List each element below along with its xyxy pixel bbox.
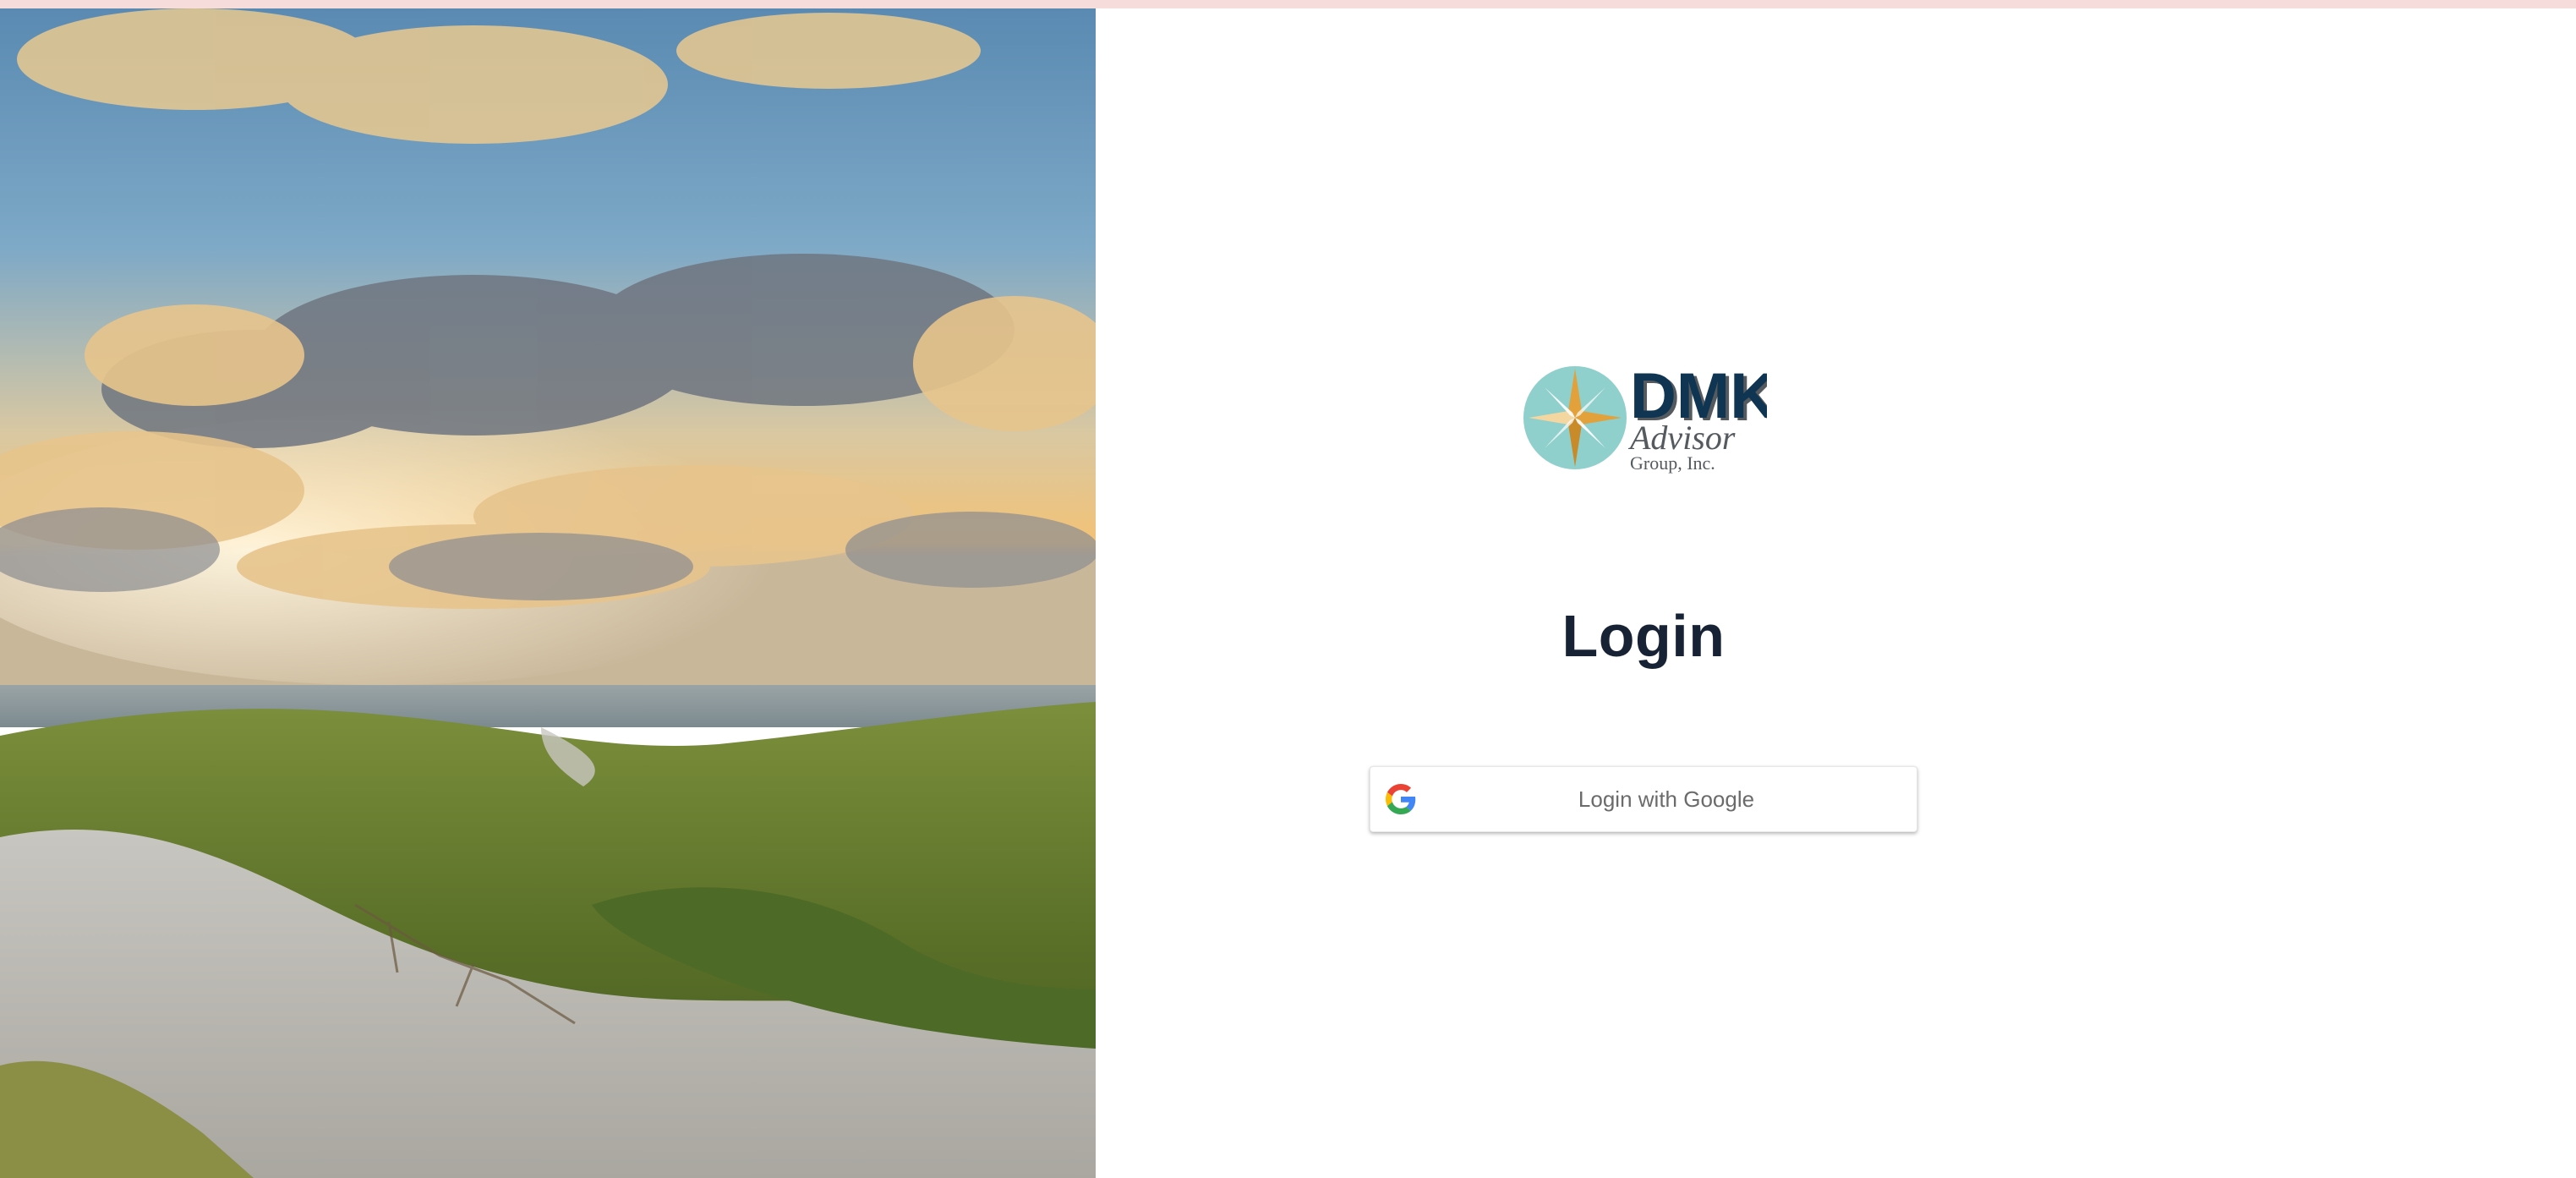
top-accent-strip xyxy=(0,0,2576,8)
company-logo: DMK DMK Advisor Group, Inc. xyxy=(1522,362,1767,479)
hero-image xyxy=(0,8,1096,1178)
login-with-google-button[interactable]: Login with Google xyxy=(1370,766,1917,832)
logo-advisor-text: Advisor xyxy=(1627,419,1736,457)
login-with-google-label: Login with Google xyxy=(1578,786,1755,812)
logo-group-text: Group, Inc. xyxy=(1630,452,1715,474)
google-g-icon xyxy=(1386,784,1416,814)
page-title: Login xyxy=(1561,603,1726,669)
login-panel xyxy=(1096,8,2576,1178)
